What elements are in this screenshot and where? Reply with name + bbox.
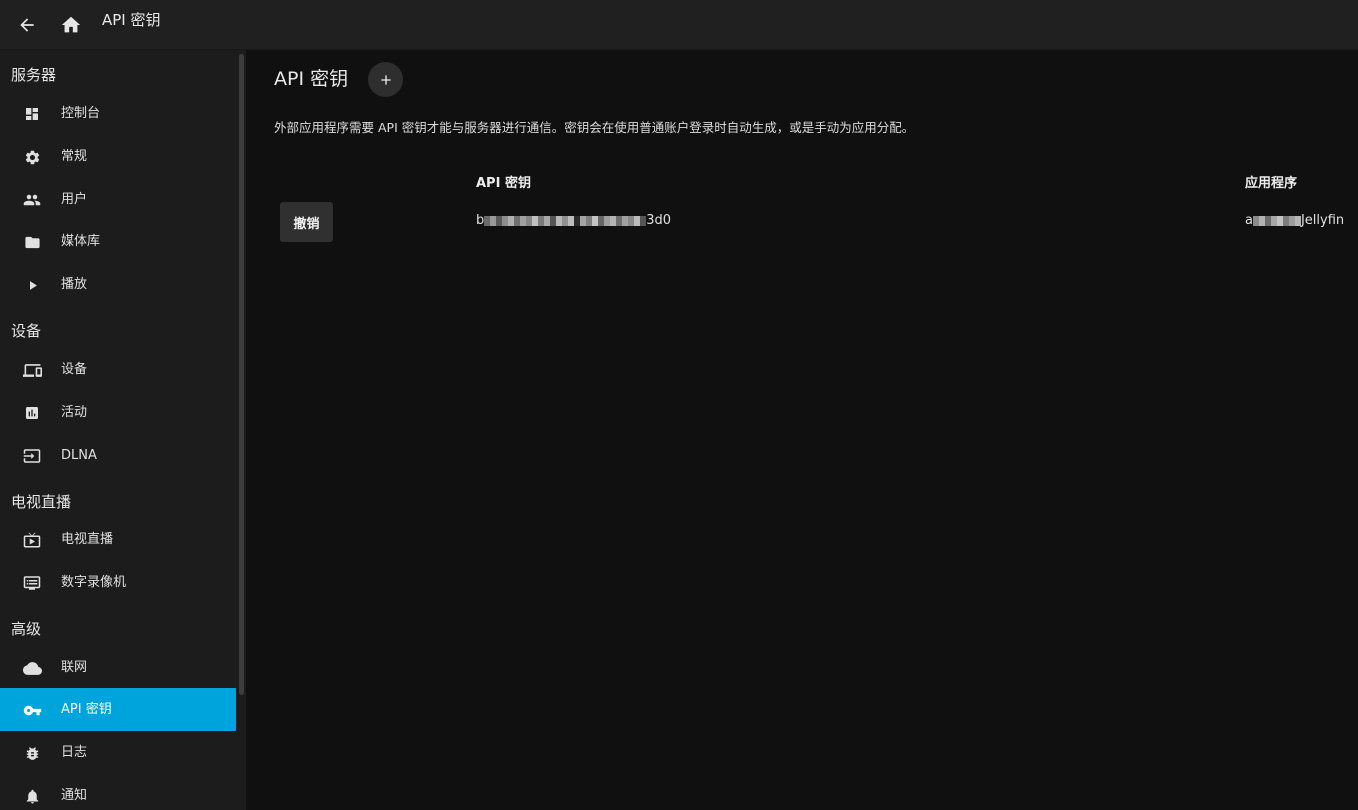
people-icon [22,190,42,210]
sidebar-section-advanced: 高级 [11,620,42,638]
sidebar-item-dvr[interactable]: 数字录像机 [0,561,236,604]
api-key-end: 3d0 [646,213,672,228]
sidebar-scrollbar[interactable] [236,50,246,810]
top-app-bar: API 密钥 [0,0,1358,50]
scrollbar-thumb[interactable] [239,54,244,695]
dashboard-icon [22,104,42,124]
input-icon [22,446,42,466]
api-key-start: b [476,213,485,228]
column-header-api-key: API 密钥 [476,176,531,191]
revoke-button[interactable]: 撤销 [280,202,333,242]
play-icon [22,275,42,295]
home-button[interactable] [53,7,89,43]
sidebar-item-label: 设备 [61,362,88,377]
add-api-key-button[interactable] [368,62,403,97]
bug-icon [22,743,42,763]
sidebar-item-logs[interactable]: 日志 [0,731,236,774]
redacted-key-blur [484,214,647,229]
live-tv-icon [22,530,42,550]
gear-icon [22,147,42,167]
sidebar-item-dlna[interactable]: DLNA [0,434,236,477]
sidebar-item-label: 控制台 [61,106,101,121]
sidebar-item-label: 日志 [61,745,88,760]
app-name-value: a Jellyfin [1245,213,1344,229]
cloud-icon [22,658,42,678]
sidebar-item-devices[interactable]: 设备 [0,348,236,391]
sidebar-item-label: DLNA [61,448,97,463]
plus-icon [380,74,391,85]
back-button[interactable] [9,7,45,43]
api-key-value: b 3d0 [476,213,671,229]
sidebar-item-label: 媒体库 [61,234,101,249]
sidebar-item-label: 活动 [61,405,88,420]
app-name-end: Jellyfin [1300,213,1345,228]
sidebar-item-api-keys[interactable]: API 密钥 [0,688,236,731]
sidebar-section-server: 服务器 [11,66,57,84]
page-description: 外部应用程序需要 API 密钥才能与服务器进行通信。密钥会在使用普通账户登录时自… [274,120,915,135]
sidebar-item-general[interactable]: 常规 [0,135,236,178]
assessment-icon [22,403,42,423]
sidebar-item-label: 常规 [61,149,88,164]
devices-icon [22,360,42,380]
page-title: API 密钥 [274,68,349,90]
sidebar-item-networking[interactable]: 联网 [0,646,236,689]
sidebar-item-playback[interactable]: 播放 [0,263,236,306]
sidebar-item-label: 播放 [61,277,88,292]
bell-icon [22,786,42,806]
folder-icon [22,232,42,252]
arrow-left-icon [20,18,34,32]
sidebar-item-label: 用户 [61,192,88,207]
home-icon [61,16,81,33]
dvr-icon [22,573,42,593]
sidebar-item-activity[interactable]: 活动 [0,391,236,434]
sidebar-item-label: 联网 [61,660,88,675]
sidebar-section-devices: 设备 [11,322,42,340]
sidebar-item-label: 电视直播 [61,532,114,547]
sidebar-item-notifications[interactable]: 通知 [0,774,236,810]
sidebar-item-livetv[interactable]: 电视直播 [0,518,236,561]
sidebar-item-label: API 密钥 [61,702,112,717]
sidebar-item-users[interactable]: 用户 [0,178,236,221]
key-icon [22,700,42,720]
column-header-app: 应用程序 [1245,176,1298,191]
app-name-start: a [1245,213,1253,228]
sidebar-section-livetv: 电视直播 [11,493,72,511]
sidebar-item-dashboard[interactable]: 控制台 [0,92,236,135]
page-header-title: API 密钥 [102,11,161,29]
sidebar: 服务器 控制台 常规 用户 媒体库 播放 设备 设备 活动 DLNA 电视直播 … [0,50,236,810]
sidebar-item-label: 通知 [61,788,88,803]
sidebar-item-libraries[interactable]: 媒体库 [0,220,236,263]
sidebar-item-label: 数字录像机 [61,575,127,590]
redacted-app-blur [1252,214,1301,229]
